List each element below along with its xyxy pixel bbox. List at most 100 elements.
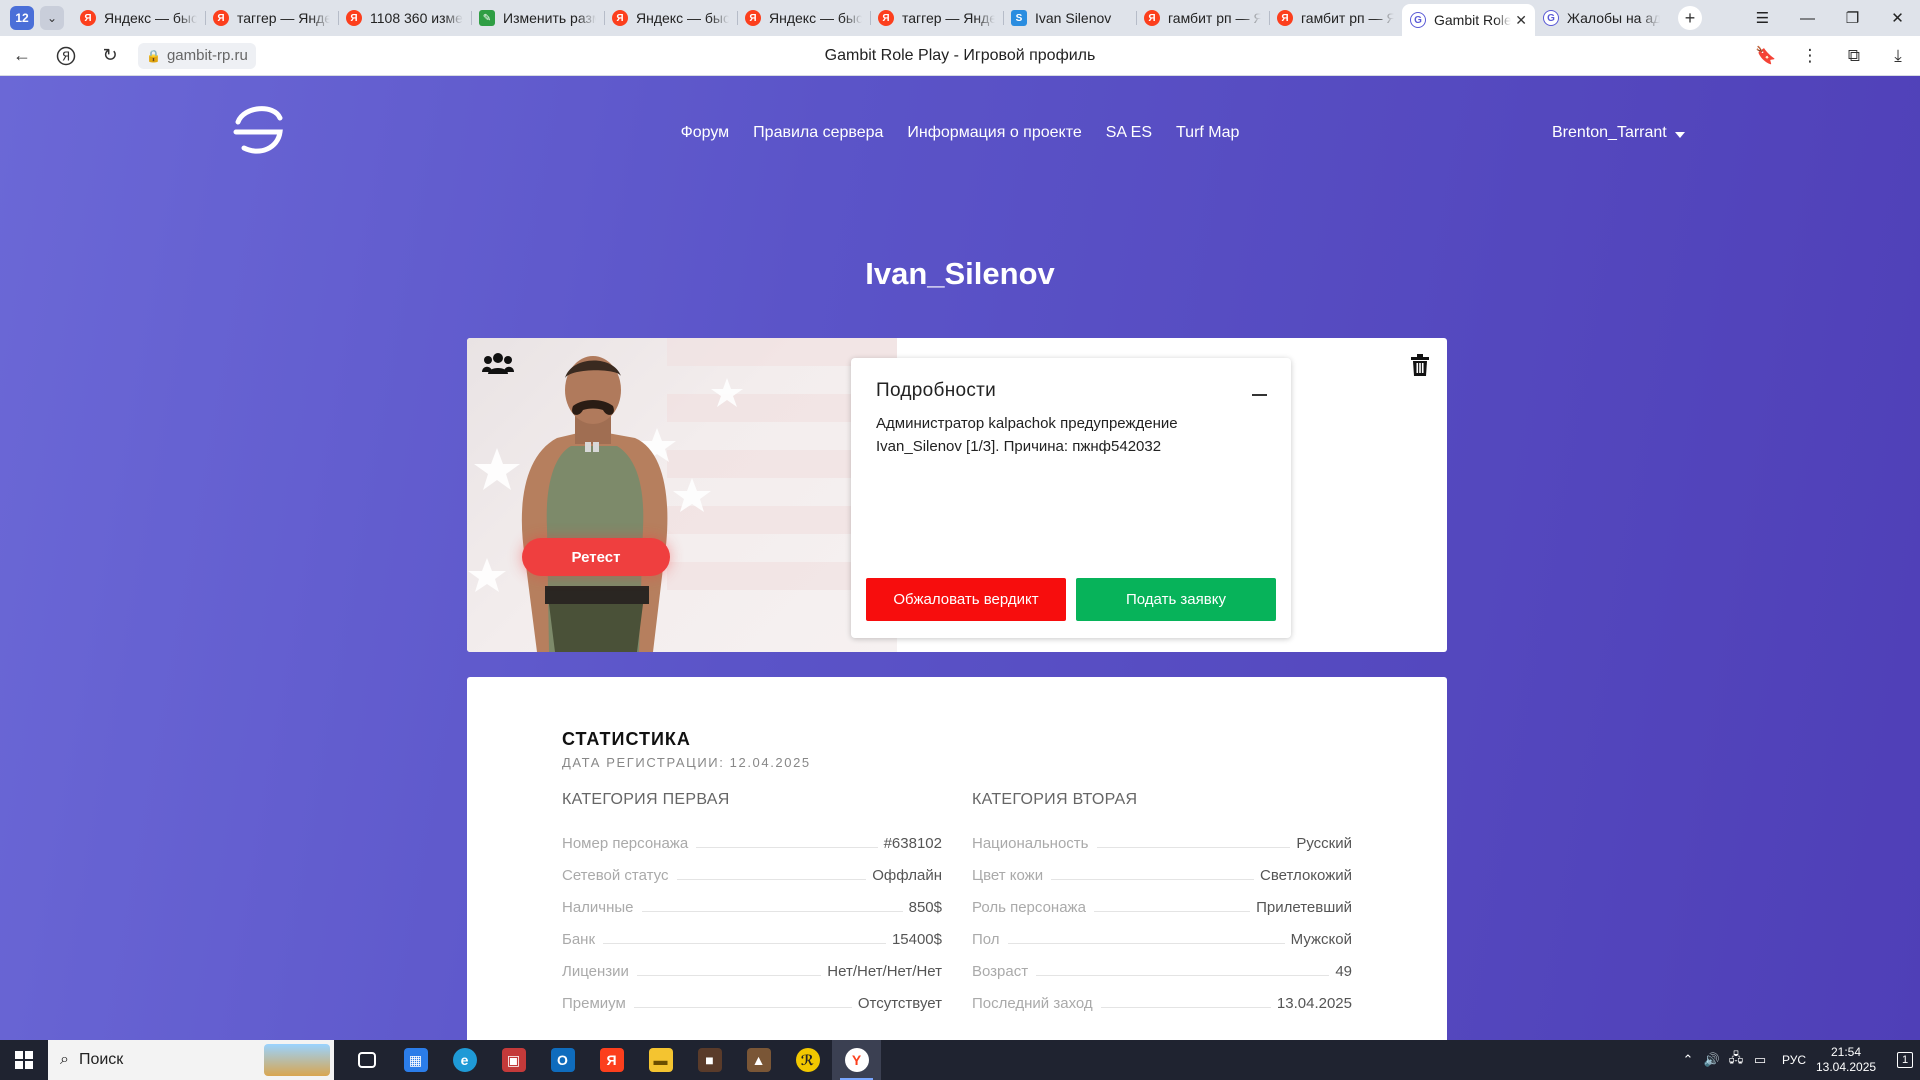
stat-value: 49 [1335, 962, 1352, 980]
language-indicator[interactable]: РУС [1782, 1053, 1806, 1067]
outlook-icon[interactable]: O [538, 1040, 587, 1080]
browser-tab[interactable]: Я Яндекс — быстрый поиск [737, 4, 870, 32]
game-launcher-icon[interactable]: ■ [685, 1040, 734, 1080]
browser-tab[interactable]: G Жалобы на адм [1535, 4, 1668, 32]
search-highlight-image [264, 1044, 330, 1076]
clock[interactable]: 21:54 13.04.2025 [1816, 1045, 1876, 1075]
character-card: Ретест Подробности Администратор kalpach… [467, 338, 1447, 652]
svg-text:Я: Я [62, 49, 70, 63]
nav-forum[interactable]: Форум [681, 124, 730, 142]
lock-icon: 🔒 [146, 48, 161, 63]
yandex-browser-icon[interactable]: Y [832, 1040, 881, 1080]
registration-date: ДАТА РЕГИСТРАЦИИ: 12.04.2025 [562, 755, 811, 770]
taskbar-apps: ▦ e ▣ O Я ▬ ■ ▲ ℛ Y [342, 1040, 881, 1080]
yandex-icon: Я [612, 10, 628, 26]
notification-count: 1 [1896, 1052, 1914, 1068]
close-window-button[interactable]: ✕ [1875, 0, 1920, 36]
category-second-title: КАТЕГОРИЯ ВТОРАЯ [972, 791, 1138, 808]
stat-row: Сетевой статус Оффлайн [562, 859, 942, 891]
details-title: Подробности [876, 380, 997, 401]
address-bar: ← Я ↻ 🔒 gambit-rp.ru Gambit Role Play - … [0, 36, 1920, 76]
edge-icon[interactable]: e [440, 1040, 489, 1080]
browser-tab[interactable]: Ятаггер — Яндекс [205, 4, 338, 32]
stat-value: Оффлайн [872, 866, 942, 884]
store-icon[interactable]: ▦ [391, 1040, 440, 1080]
trash-icon[interactable] [1411, 354, 1429, 376]
url-text: gambit-rp.ru [166, 47, 248, 64]
close-tab-icon[interactable]: ✕ [1515, 12, 1527, 29]
browser-tab[interactable]: S Ivan Silenov [1003, 4, 1136, 32]
windows-start-icon[interactable] [0, 1040, 48, 1080]
file-explorer-icon[interactable]: ▬ [636, 1040, 685, 1080]
username: Brenton_Tarrant [1552, 124, 1667, 141]
tab-label: Яндекс — быстрый поиск [636, 10, 729, 26]
browser-tab[interactable]: Ягамбит рп — Яндекс [1269, 4, 1402, 32]
task-view-icon[interactable] [342, 1040, 391, 1080]
browser-tab[interactable]: Ятаггер — Яндекс [870, 4, 1003, 32]
browser-tab[interactable]: ✎ Изменить размер [471, 4, 604, 32]
browser-tab[interactable]: Я Яндекс — быстрый поиск [72, 4, 205, 32]
downloads-icon[interactable]: ⤓ [1876, 36, 1920, 76]
statistics-title: СТАТИСТИКА [562, 729, 691, 749]
rage-launcher-icon[interactable]: ℛ [783, 1040, 832, 1080]
stat-row: Национальность Русский [972, 827, 1352, 859]
yandex-icon[interactable]: Я [587, 1040, 636, 1080]
nav-turf-map[interactable]: Turf Map [1176, 124, 1239, 142]
tab-label: Яндекс — быстрый поиск [104, 10, 197, 26]
browser-tab[interactable]: Я 1108 360 изменить [338, 4, 471, 32]
browser-tab[interactable]: G Gambit Role Play✕ [1402, 4, 1535, 36]
stat-value: Отсутствует [857, 994, 942, 1012]
reload-button[interactable]: ↻ [88, 36, 132, 76]
browser-tab[interactable]: Ягамбит рп — Яндекс [1136, 4, 1269, 32]
url-field[interactable]: 🔒 gambit-rp.ru [138, 42, 256, 69]
battery-icon[interactable]: ▭ [1748, 1052, 1772, 1068]
submit-application-button[interactable]: Подать заявку [1076, 578, 1276, 621]
retest-button[interactable]: Ретест [522, 538, 670, 576]
search-icon: ⌕ [60, 1051, 69, 1068]
appeal-verdict-button[interactable]: Обжаловать вердикт [866, 578, 1066, 621]
yandex-home-icon[interactable]: Я [44, 36, 88, 76]
caret-down-icon [1674, 131, 1685, 138]
chevron-up-icon[interactable]: ⌃ [1676, 1052, 1700, 1068]
collections-icon[interactable]: ⧉ [1832, 36, 1876, 76]
volume-icon[interactable]: 🔊 [1700, 1052, 1724, 1068]
tab-count-badge[interactable]: 12 [10, 6, 34, 30]
stat-leader-line [1051, 878, 1255, 880]
new-tab-button[interactable]: + [1678, 6, 1702, 30]
stat-leader-line [1100, 1006, 1271, 1008]
yandex-icon: Я [878, 10, 894, 26]
network-icon[interactable]: 🖧 [1724, 1049, 1748, 1071]
stat-value: #638102 [883, 834, 942, 852]
restore-window-button[interactable]: ❐ [1830, 0, 1875, 36]
browser-menu-icon[interactable]: ☰ [1740, 0, 1785, 36]
minimize-window-button[interactable]: — [1785, 0, 1830, 36]
taskbar-search[interactable]: ⌕ Поиск [48, 1040, 334, 1080]
user-menu[interactable]: Brenton_Tarrant [1552, 124, 1685, 142]
nav-sa-es[interactable]: SA ES [1106, 124, 1152, 142]
nav-project-info[interactable]: Информация о проекте [907, 124, 1081, 142]
group-icon[interactable] [482, 352, 514, 374]
back-button[interactable]: ← [0, 36, 44, 76]
stat-row: Последний заход 13.04.2025 [972, 987, 1352, 1019]
recorder-icon[interactable]: ▣ [489, 1040, 538, 1080]
nav-server-rules[interactable]: Правила сервера [753, 124, 883, 142]
window-controls: ☰ — ❐ ✕ [1740, 0, 1920, 36]
gta-sa-icon[interactable]: ▲ [734, 1040, 783, 1080]
gambit-icon: G [1410, 12, 1426, 28]
browser-tab[interactable]: Я Яндекс — быстрый поиск [604, 4, 737, 32]
stat-label: Лицензии [562, 962, 629, 980]
stat-value: 850$ [908, 898, 942, 916]
vk-icon: S [1011, 10, 1027, 26]
editor-icon: ✎ [479, 10, 495, 26]
notifications-icon[interactable]: 1 [1890, 1040, 1920, 1080]
stat-row: Банк 15400$ [562, 923, 942, 955]
stat-value: Нет/Нет/Нет/Нет [827, 962, 942, 980]
stat-value: 15400$ [891, 930, 942, 948]
minimize-icon[interactable] [1252, 394, 1267, 396]
more-options-icon[interactable]: ⋮ [1788, 36, 1832, 76]
bookmark-icon[interactable]: 🔖 [1744, 36, 1788, 76]
stat-label: Роль персонажа [972, 898, 1086, 916]
yandex-icon: Я [80, 10, 96, 26]
yandex-icon: Я [1277, 10, 1293, 26]
tabs-dropdown-icon[interactable]: ⌄ [40, 6, 64, 30]
